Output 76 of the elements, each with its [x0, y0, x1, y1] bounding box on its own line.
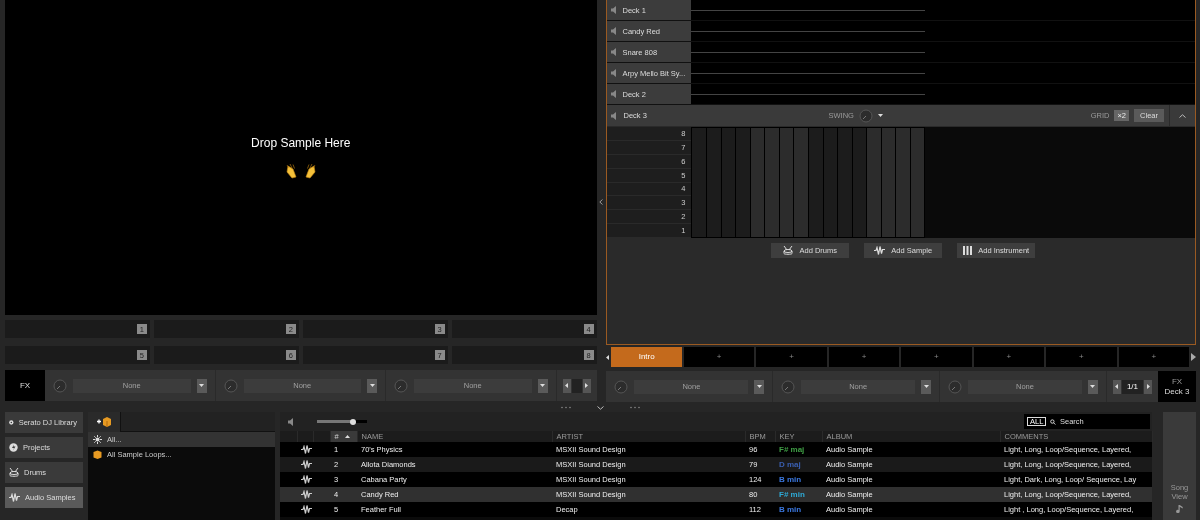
arrow-left-icon	[565, 383, 568, 388]
scene-tab[interactable]: +	[973, 347, 1045, 367]
scene-tab[interactable]: +	[756, 347, 827, 367]
speaker-icon	[611, 90, 619, 98]
caret-down-icon	[199, 384, 204, 387]
caret-down-icon	[1090, 385, 1096, 388]
page-indicator: 1/1	[1121, 379, 1143, 394]
speaker-icon	[611, 27, 619, 35]
drum-icon	[783, 246, 794, 255]
volume-slider[interactable]	[317, 417, 367, 426]
dropdown-arrow-button[interactable]	[1087, 379, 1098, 394]
chevron-up-icon	[1179, 113, 1186, 118]
music-note-icon	[1176, 505, 1183, 514]
dropdown-arrow-button[interactable]	[196, 378, 207, 393]
fx-panel-label: FX	[5, 370, 45, 401]
page-display	[571, 378, 582, 393]
dropdown-arrow-button[interactable]	[921, 379, 932, 394]
fx-deck-name: Deck 3	[1164, 386, 1190, 397]
drum-icon	[9, 468, 19, 477]
previous-button[interactable]	[1112, 379, 1121, 394]
speaker-icon	[611, 48, 619, 56]
speaker-icon	[611, 6, 619, 14]
key-cell: F# min	[779, 489, 805, 499]
key-cell: B min	[779, 474, 802, 484]
caret-down-icon	[540, 384, 545, 387]
collapse-left-icon[interactable]	[599, 198, 604, 205]
waveform-icon	[301, 475, 312, 485]
arrow-left-icon	[1115, 384, 1119, 389]
arrow-left-icon	[606, 354, 610, 360]
grip-icon	[628, 406, 641, 409]
grip-icon	[559, 406, 572, 409]
arrow-right-icon[interactable]	[1191, 353, 1196, 361]
dropdown-arrow-button[interactable]	[367, 378, 377, 393]
previous-button[interactable]	[562, 378, 571, 393]
lightning-icon	[9, 443, 18, 452]
speaker-icon	[611, 111, 619, 120]
scene-tab[interactable]: +	[1046, 347, 1117, 367]
waveform-icon	[301, 490, 312, 500]
dropdown-arrow-button[interactable]	[537, 378, 548, 393]
fx-label: FX	[1171, 376, 1183, 387]
disc-icon	[9, 418, 14, 427]
caret-down-icon	[756, 385, 762, 388]
next-button[interactable]	[1144, 379, 1152, 394]
speaker-icon	[288, 417, 295, 426]
scene-tab[interactable]: +	[828, 347, 900, 367]
chevron-down-icon[interactable]	[596, 405, 604, 410]
box-icon	[93, 450, 102, 459]
waveform-icon	[301, 505, 312, 515]
sample-drop-zone[interactable]: Drop Sample Here	[5, 0, 597, 315]
waveform-icon	[301, 460, 312, 470]
open-hands-icon	[285, 162, 316, 179]
scene-tab[interactable]: Intro	[611, 347, 682, 367]
caret-down-icon	[369, 384, 375, 387]
dropdown-arrow-button[interactable]	[754, 379, 765, 394]
waveform-icon	[874, 246, 886, 255]
sort-ascending-icon	[344, 435, 350, 439]
waveform-icon	[9, 493, 20, 502]
arrow-right-icon	[585, 383, 588, 388]
key-cell: F# maj	[779, 444, 805, 454]
piano-keys-icon	[963, 246, 973, 255]
caret-down-icon	[923, 385, 929, 388]
waveform-icon	[301, 445, 312, 455]
arrow-right-icon	[1146, 384, 1150, 389]
key-cell: D maj	[779, 459, 801, 469]
search-icon	[1050, 418, 1056, 425]
scene-tab[interactable]: +	[1118, 347, 1189, 367]
add-crate-button[interactable]	[88, 411, 121, 432]
drop-zone-title: Drop Sample Here	[251, 136, 351, 151]
speaker-icon	[611, 69, 619, 77]
scene-tab[interactable]: +	[901, 347, 972, 367]
key-cell: B min	[779, 504, 802, 514]
next-button[interactable]	[582, 378, 591, 393]
sun-icon	[93, 435, 102, 444]
plus-crate-icon	[96, 416, 112, 427]
caret-down-icon	[877, 114, 883, 117]
scene-tab[interactable]: +	[683, 347, 755, 367]
